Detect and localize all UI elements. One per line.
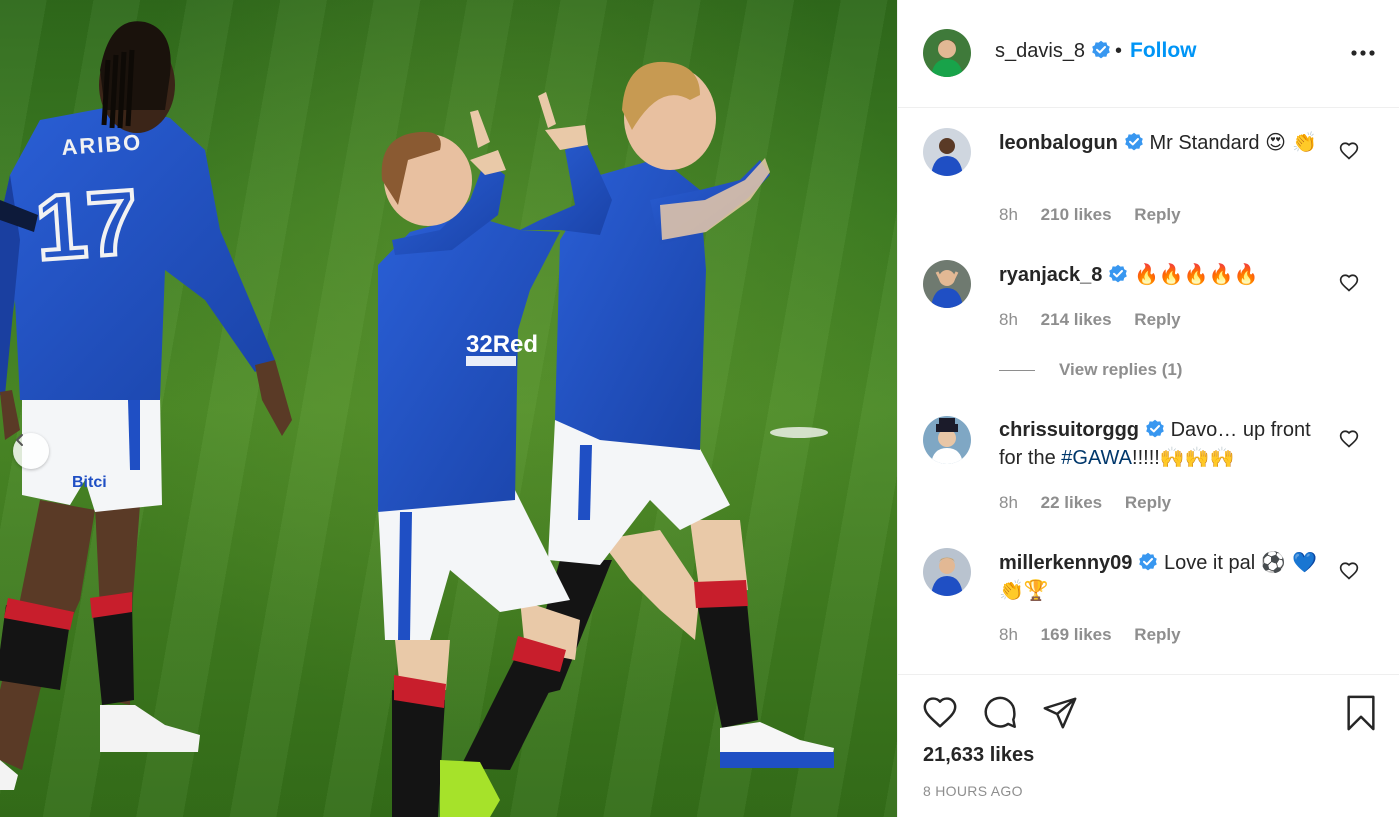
comment-meta: 8h 214 likes Reply	[999, 310, 1199, 330]
heart-icon[interactable]	[1339, 429, 1359, 449]
reply-button[interactable]: Reply	[1134, 205, 1180, 224]
shirt-sponsor: 32Red	[466, 331, 538, 358]
comment-likes[interactable]: 214 likes	[1041, 310, 1112, 329]
header-separator: •	[1115, 40, 1123, 62]
author-avatar[interactable]	[923, 29, 971, 77]
comment-text: Love it pal	[1163, 552, 1256, 574]
comment-emoji: 🙌🙌🙌	[1159, 445, 1235, 469]
verified-badge-icon	[1092, 40, 1110, 59]
comment-username[interactable]: leonbalogun	[999, 132, 1118, 154]
comment-text-after: !!!!!	[1132, 447, 1160, 469]
comment-time[interactable]: 8h	[999, 310, 1018, 329]
verified-badge-icon	[1146, 419, 1164, 438]
comment-meta: 8h 169 likes Reply	[999, 625, 1199, 645]
post-photo: ARIBO 17 Bitci 32Red	[0, 0, 897, 817]
comment-body: millerkenny09 Love it pal ⚽ 💙👏🏆	[999, 549, 1329, 605]
hashtag-link[interactable]: #GAWA	[1061, 447, 1132, 469]
verified-badge-icon	[1125, 132, 1143, 151]
heart-icon[interactable]	[1339, 561, 1359, 581]
right-player	[520, 61, 834, 768]
players-illustration: ARIBO 17 Bitci 32Red	[0, 21, 834, 817]
follow-button[interactable]: Follow	[1130, 39, 1197, 63]
comment-body: chrissuitorggg Davo… up front for the #G…	[999, 417, 1329, 472]
comment-username[interactable]: millerkenny09	[999, 552, 1132, 574]
verified-badge-icon	[1109, 264, 1128, 283]
comment-meta: 8h 22 likes Reply	[999, 493, 1189, 513]
view-replies-label: View replies (1)	[1059, 360, 1183, 379]
bookmark-icon[interactable]	[1342, 694, 1380, 732]
heart-icon[interactable]	[1339, 141, 1359, 161]
comment-emoji: 🔥🔥🔥🔥🔥	[1133, 262, 1259, 286]
comment-likes[interactable]: 210 likes	[1041, 205, 1112, 224]
reply-button[interactable]: Reply	[1134, 625, 1180, 644]
commenter-avatar[interactable]	[923, 548, 971, 596]
comment-likes[interactable]: 169 likes	[1041, 625, 1112, 644]
comments-list: leonbalogun Mr Standard 😍 👏 8h 210 likes…	[898, 108, 1399, 674]
paper-plane-icon[interactable]	[1041, 694, 1079, 732]
carousel-prev-button[interactable]	[13, 433, 49, 469]
heart-icon[interactable]	[921, 694, 959, 732]
post-side-panel: s_davis_8 • Follow leonbalogun Mr Standa…	[897, 0, 1399, 817]
verified-badge-icon	[1139, 552, 1158, 571]
author-username-row[interactable]: s_davis_8	[995, 40, 1111, 63]
comment-time[interactable]: 8h	[999, 625, 1018, 644]
post-timestamp[interactable]: 8 HOURS AGO	[923, 783, 1023, 799]
post-header: s_davis_8 • Follow	[898, 0, 1399, 108]
author-username[interactable]: s_davis_8	[995, 40, 1085, 62]
more-options-icon[interactable]	[1350, 44, 1376, 62]
likes-count[interactable]: 21,633 likes	[923, 744, 1034, 767]
heart-icon[interactable]	[1339, 273, 1359, 293]
shirt-number: 17	[32, 171, 141, 280]
comment-time[interactable]: 8h	[999, 493, 1018, 512]
replies-divider	[999, 370, 1035, 372]
comment-likes[interactable]: 22 likes	[1041, 493, 1102, 512]
comment-emoji: 😍 👏	[1265, 130, 1318, 154]
reply-button[interactable]: Reply	[1134, 310, 1180, 329]
post-actions: 21,633 likes 8 HOURS AGO	[898, 674, 1399, 817]
comment-username[interactable]: ryanjack_8	[999, 264, 1102, 286]
comment-meta: 8h 210 likes Reply	[999, 205, 1199, 225]
comment-username[interactable]: chrissuitorggg	[999, 419, 1139, 441]
commenter-avatar[interactable]	[923, 416, 971, 464]
view-replies-button[interactable]: View replies (1)	[999, 360, 1182, 380]
comment-text: Mr Standard	[1149, 132, 1260, 154]
reply-button[interactable]: Reply	[1125, 493, 1171, 512]
comment-body: leonbalogun Mr Standard 😍 👏	[999, 129, 1329, 157]
chevron-left-icon	[16, 434, 23, 446]
comment-body: ryanjack_8 🔥🔥🔥🔥🔥	[999, 261, 1329, 289]
commenter-avatar[interactable]	[923, 260, 971, 308]
left-player: ARIBO 17 Bitci	[0, 21, 292, 790]
commenter-avatar[interactable]	[923, 128, 971, 176]
comment-time[interactable]: 8h	[999, 205, 1018, 224]
shorts-sponsor: Bitci	[72, 474, 107, 491]
comment-bubble-icon[interactable]	[981, 694, 1019, 732]
